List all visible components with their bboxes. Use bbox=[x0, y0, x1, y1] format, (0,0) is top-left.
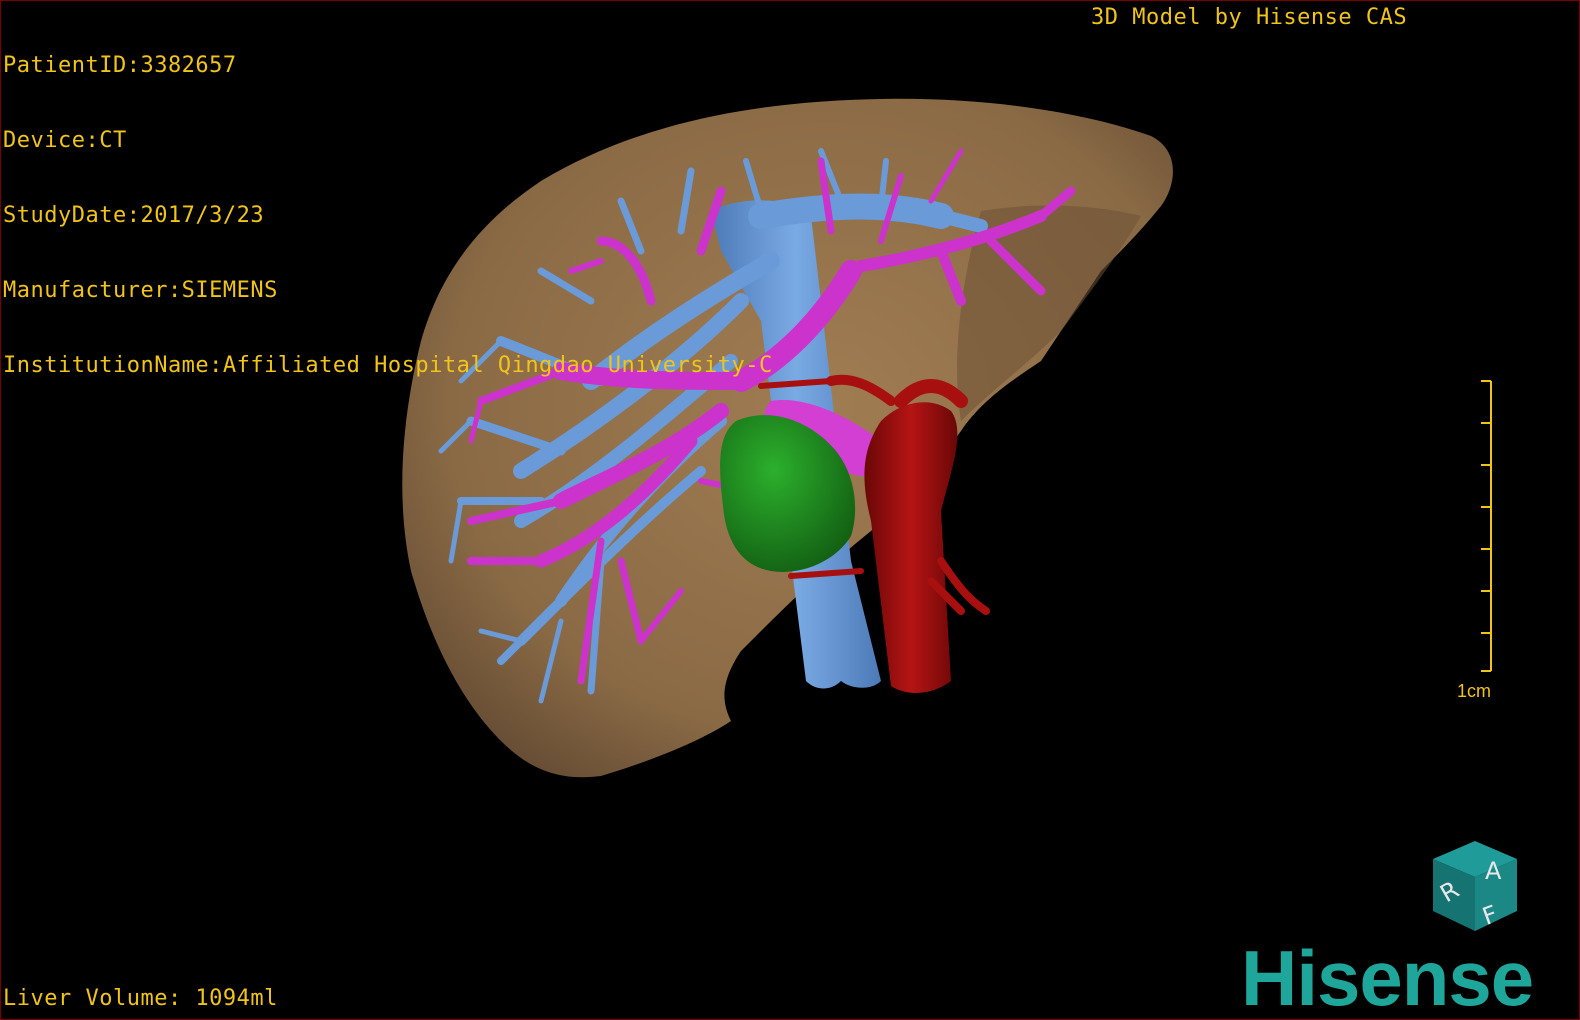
scale-bar bbox=[1481, 380, 1492, 672]
model-credit: 3D Model by Hisense CAS bbox=[1091, 5, 1408, 30]
cube-face-top: A bbox=[1485, 857, 1502, 885]
3d-viewport[interactable]: PatientID:3382657 Device:CT StudyDate:20… bbox=[0, 0, 1580, 1020]
hisense-logo: Hisense bbox=[1241, 934, 1534, 1020]
orientation-cube-icon[interactable]: A R F bbox=[1425, 837, 1525, 937]
dicom-metadata: PatientID:3382657 Device:CT StudyDate:20… bbox=[3, 3, 773, 428]
study-date: StudyDate:2017/3/23 bbox=[3, 203, 265, 228]
scale-label: 1cm bbox=[1457, 681, 1492, 701]
manufacturer: Manufacturer:SIEMENS bbox=[3, 278, 278, 303]
patient-id: PatientID:3382657 bbox=[3, 53, 237, 78]
institution-name: InstitutionName:Affiliated Hospital Qing… bbox=[3, 353, 773, 378]
liver-volume: Liver Volume: 1094ml bbox=[3, 986, 278, 1011]
device: Device:CT bbox=[3, 128, 127, 153]
